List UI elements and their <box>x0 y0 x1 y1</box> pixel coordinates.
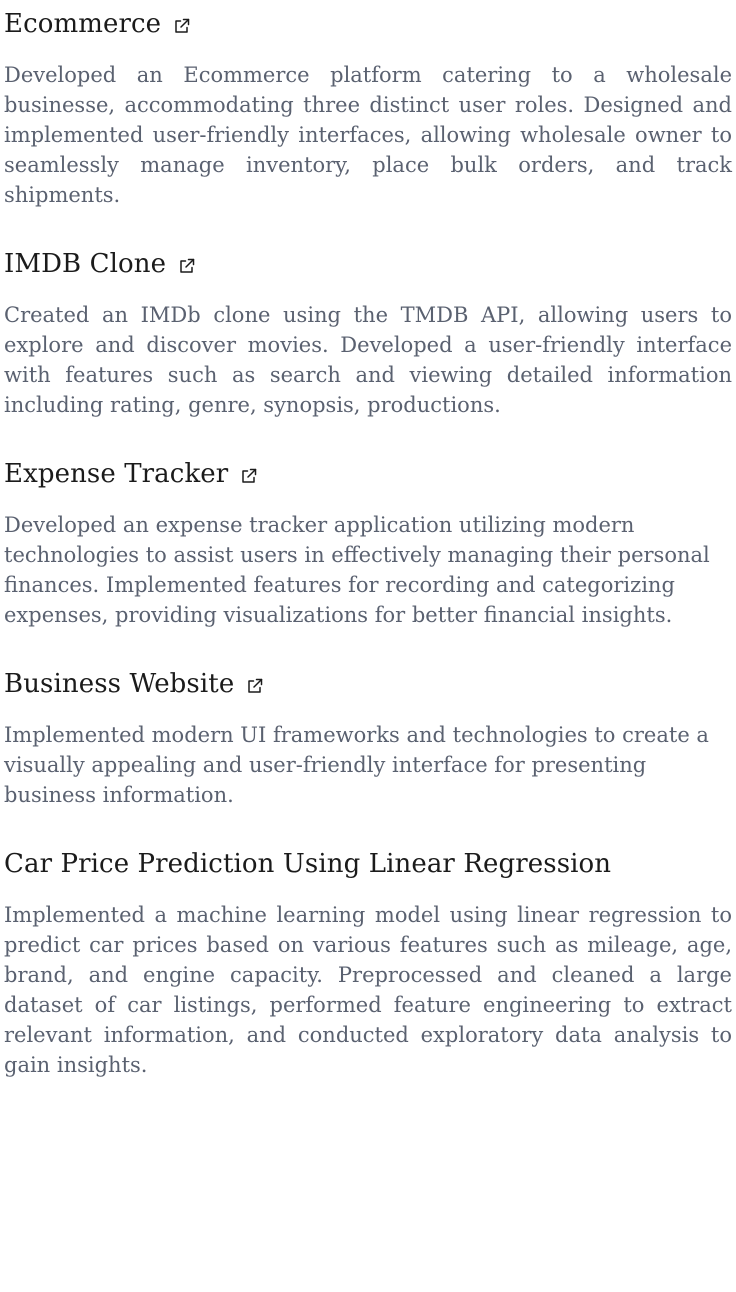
project-expense-tracker: Expense Tracker Developed an expense tra… <box>4 450 732 630</box>
project-description: Implemented modern UI frameworks and tec… <box>4 723 709 807</box>
project-description: Implemented a machine learning model usi… <box>4 903 732 1077</box>
project-description: Developed an expense tracker application… <box>4 513 710 627</box>
project-description: Developed an Ecommerce platform catering… <box>4 63 732 207</box>
project-link[interactable]: Ecommerce <box>4 9 161 39</box>
project-title: Expense Tracker <box>4 450 732 498</box>
project-link[interactable]: Expense Tracker <box>4 459 228 489</box>
project-title-text: IMDB Clone <box>4 249 167 279</box>
projects-list: Ecommerce Developed an Ecommerce platfor… <box>0 0 732 1080</box>
project-business-website: Business Website Implemented modern UI f… <box>4 660 732 810</box>
project-title: Business Website <box>4 660 732 708</box>
project-title: IMDB Clone <box>4 240 732 288</box>
project-link[interactable]: IMDB Clone <box>4 249 166 279</box>
project-car-price-prediction: Car Price Prediction Using Linear Regres… <box>4 840 732 1080</box>
project-description: Created an IMDb clone using the TMDB API… <box>4 303 732 417</box>
external-link-icon[interactable] <box>240 467 258 485</box>
project-title-text: Business Website <box>4 669 235 699</box>
project-imdb-clone: IMDB Clone Created an IMDb clone using t… <box>4 240 732 420</box>
project-title: Car Price Prediction Using Linear Regres… <box>4 840 732 888</box>
project-title: Ecommerce <box>4 0 732 48</box>
project-ecommerce: Ecommerce Developed an Ecommerce platfor… <box>4 0 732 210</box>
external-link-icon[interactable] <box>178 257 196 275</box>
project-link[interactable]: Business Website <box>4 669 234 699</box>
external-link-icon[interactable] <box>173 17 191 35</box>
project-title-text: Expense Tracker <box>4 459 229 489</box>
external-link-icon[interactable] <box>246 677 264 695</box>
project-title-text: Car Price Prediction Using Linear Regres… <box>4 849 612 879</box>
project-title-text: Ecommerce <box>4 9 162 39</box>
